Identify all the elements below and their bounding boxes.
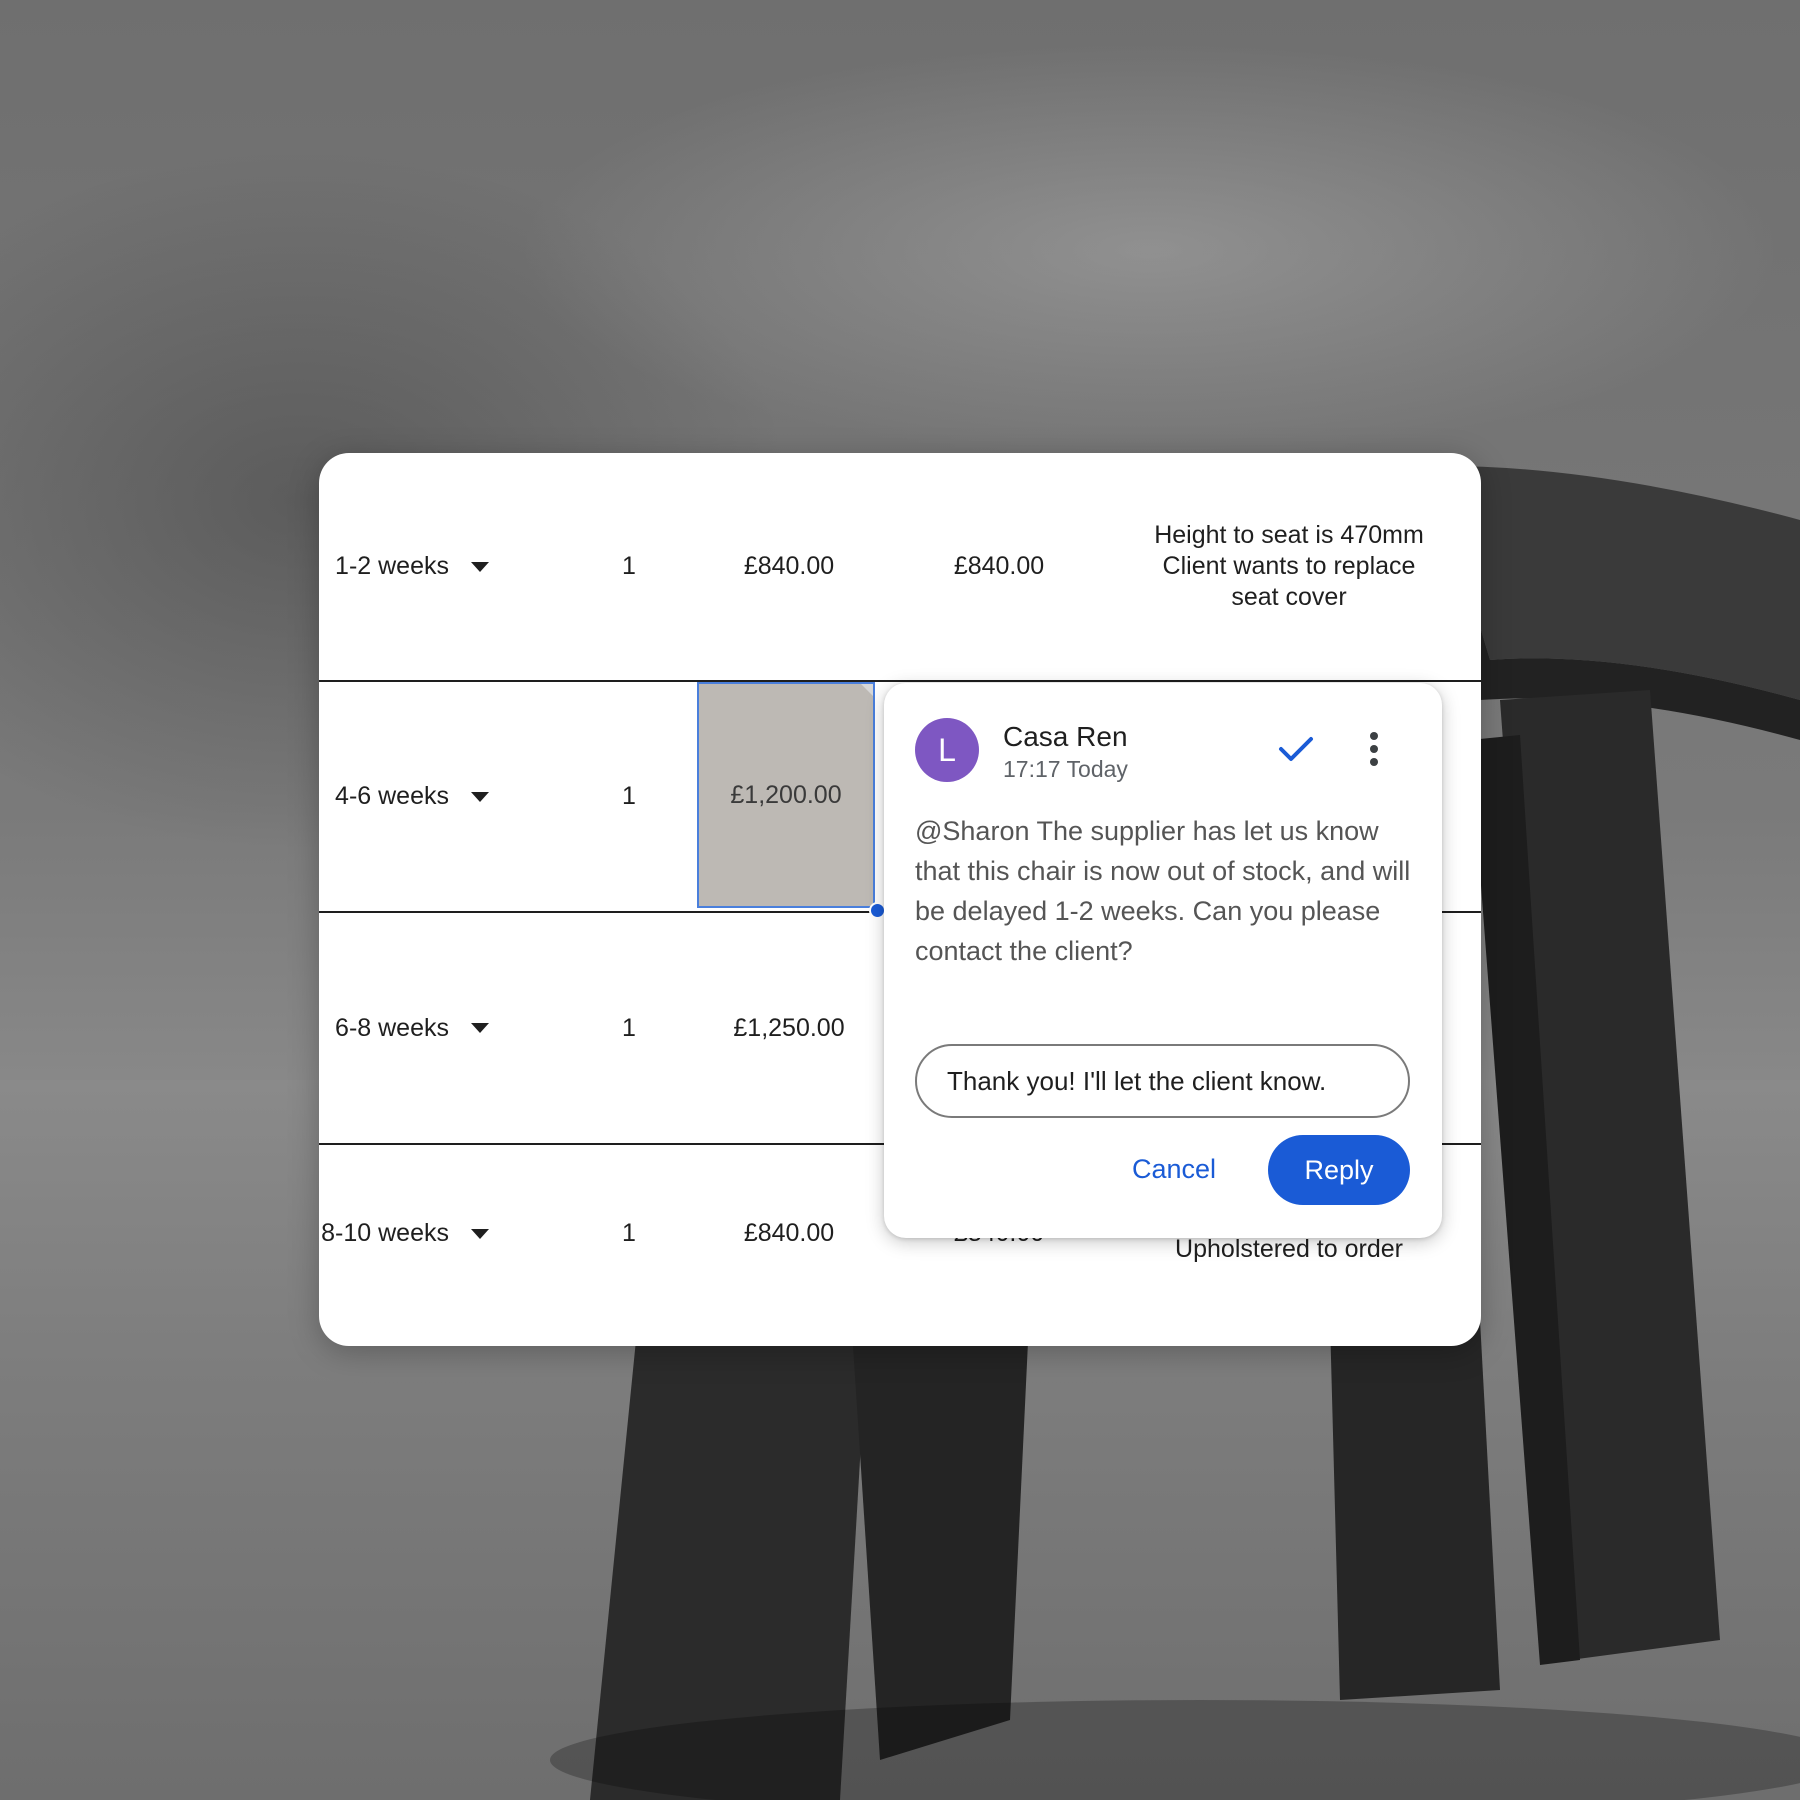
total-price-cell[interactable]: £840.00: [899, 453, 1099, 680]
lead-time-value: 8-10 weeks: [321, 1219, 449, 1247]
dropdown-arrow-icon[interactable]: [471, 561, 489, 572]
background-photo: 1-2 weeks 1 £840.00 £840.00 Height to se…: [0, 0, 1800, 1800]
quantity-cell[interactable]: 1: [564, 913, 694, 1143]
lead-time-dropdown[interactable]: 6-8 weeks: [319, 913, 519, 1143]
notes-cell[interactable]: Height to seat is 470mm Client wants to …: [1104, 453, 1474, 680]
more-vert-icon: [1370, 732, 1378, 766]
lead-time-dropdown[interactable]: 4-6 weeks: [319, 682, 519, 911]
resolve-button[interactable]: [1272, 725, 1320, 773]
reply-button[interactable]: Reply: [1268, 1135, 1410, 1205]
unit-price-cell-selected[interactable]: £1,200.00: [697, 682, 875, 908]
unit-price-cell[interactable]: £840.00: [689, 1133, 889, 1334]
dropdown-arrow-icon[interactable]: [471, 1023, 489, 1033]
avatar: L: [915, 718, 979, 782]
reply-input[interactable]: [915, 1044, 1410, 1118]
lead-time-dropdown[interactable]: 1-2 weeks: [319, 453, 519, 680]
lead-time-value: 1-2 weeks: [335, 552, 449, 580]
table-row: 1-2 weeks 1 £840.00 £840.00 Height to se…: [319, 453, 1481, 682]
unit-price-value: £1,200.00: [730, 780, 842, 809]
comment-author: Casa Ren: [1003, 721, 1128, 752]
dropdown-arrow-icon[interactable]: [471, 791, 489, 802]
comment-timestamp: 17:17 Today: [1003, 756, 1128, 782]
more-options-button[interactable]: [1354, 725, 1394, 773]
unit-price-cell[interactable]: £840.00: [689, 453, 889, 680]
comment-popup: L Casa Ren 17:17 Today @Sharon The suppl…: [884, 683, 1442, 1238]
comment-indicator-icon[interactable]: [861, 684, 873, 696]
quantity-cell[interactable]: 1: [564, 1133, 694, 1334]
lead-time-dropdown[interactable]: 8-10 weeks: [319, 1133, 519, 1334]
comment-body: @Sharon The supplier has let us know tha…: [915, 816, 1411, 966]
quantity-cell[interactable]: 1: [564, 682, 694, 911]
quantity-cell[interactable]: 1: [564, 453, 694, 680]
unit-price-cell[interactable]: £1,250.00: [689, 913, 889, 1143]
checkmark-icon: [1279, 737, 1313, 761]
dropdown-arrow-icon[interactable]: [471, 1228, 489, 1239]
cancel-button[interactable]: Cancel: [1122, 1135, 1226, 1203]
lead-time-value: 4-6 weeks: [335, 782, 449, 810]
lead-time-value: 6-8 weeks: [335, 1013, 449, 1042]
